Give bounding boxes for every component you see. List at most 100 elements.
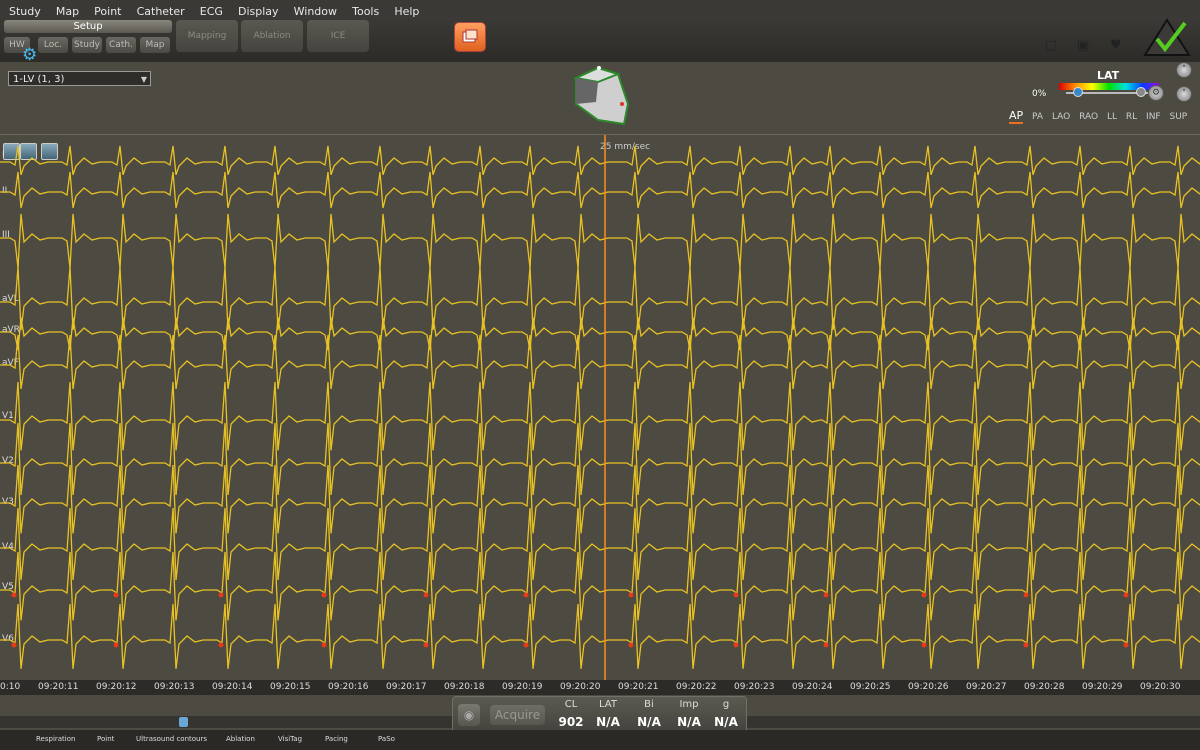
legend-respiration: Respiration bbox=[36, 735, 76, 743]
tab-mapping[interactable]: Mapping bbox=[176, 20, 238, 52]
legend-visitag: VisiTag bbox=[278, 735, 303, 743]
setup-tab[interactable]: Setup bbox=[4, 20, 172, 33]
view-rao[interactable]: RAO bbox=[1079, 112, 1098, 122]
ecg-traces bbox=[0, 135, 1200, 680]
lat-meas-label: LAT bbox=[599, 699, 617, 710]
time-tick: 09:20:14 bbox=[212, 682, 253, 692]
heart-icon[interactable]: ♥ bbox=[1110, 38, 1122, 53]
annotation-marker[interactable] bbox=[921, 642, 927, 648]
view-ll[interactable]: LL bbox=[1107, 112, 1117, 122]
annotation-marker[interactable] bbox=[218, 592, 224, 598]
time-tick: 09:20:12 bbox=[96, 682, 137, 692]
annotation-marker[interactable] bbox=[733, 642, 739, 648]
time-tick: 09:20:19 bbox=[502, 682, 543, 692]
annotation-marker[interactable] bbox=[823, 592, 829, 598]
annotation-marker[interactable] bbox=[628, 592, 634, 598]
lat-label: LAT bbox=[1097, 69, 1120, 82]
legend-point: Point bbox=[97, 735, 115, 743]
view-inf[interactable]: INF bbox=[1146, 112, 1161, 122]
tab-ice[interactable]: ICE bbox=[307, 20, 369, 52]
collapse-up-icon[interactable]: ˄ bbox=[1176, 62, 1192, 78]
ecg-scroll-thumb[interactable] bbox=[179, 717, 188, 727]
legend-pacing: Pacing bbox=[325, 735, 348, 743]
annotation-marker[interactable] bbox=[218, 642, 224, 648]
lat-slider-right-handle[interactable] bbox=[1136, 87, 1146, 97]
ecg-trace-III bbox=[0, 213, 1200, 269]
time-tick: 09:20:11 bbox=[38, 682, 79, 692]
monitor-icon[interactable]: ▢ bbox=[1045, 38, 1057, 53]
lat-slider-left-handle[interactable] bbox=[1073, 87, 1083, 97]
ecg-trace-V1 bbox=[0, 381, 1200, 451]
ecg-trace-aVL bbox=[0, 266, 1200, 331]
annotation-marker[interactable] bbox=[423, 592, 429, 598]
annotation-marker[interactable] bbox=[113, 642, 119, 648]
cl-label: CL bbox=[564, 699, 578, 710]
time-tick: 09:20:30 bbox=[1140, 682, 1181, 692]
time-tick: 09:20:20 bbox=[560, 682, 601, 692]
annotation-marker[interactable] bbox=[11, 592, 17, 598]
acquire-button[interactable]: Acquire bbox=[490, 705, 545, 725]
menu-bar: Study Map Point Catheter ECG Display Win… bbox=[0, 0, 1200, 18]
setup-study-button[interactable]: Study bbox=[72, 37, 102, 53]
annotation-marker[interactable] bbox=[1023, 592, 1029, 598]
setup-cath-button[interactable]: Cath. bbox=[106, 37, 136, 53]
time-tick: 09:20:27 bbox=[966, 682, 1007, 692]
time-tick: 09:20:13 bbox=[154, 682, 195, 692]
lat-settings-icon[interactable]: ⚙ bbox=[1148, 85, 1164, 101]
view-rl[interactable]: RL bbox=[1126, 112, 1137, 122]
time-tick: 09:20:18 bbox=[444, 682, 485, 692]
tab-ablation[interactable]: Ablation bbox=[241, 20, 303, 52]
annotation-marker[interactable] bbox=[321, 592, 327, 598]
annotation-marker[interactable] bbox=[113, 592, 119, 598]
time-tick: 09:20:29 bbox=[1082, 682, 1123, 692]
annotation-marker[interactable] bbox=[523, 592, 529, 598]
view-pa[interactable]: PA bbox=[1032, 112, 1043, 122]
acquire-point-icon[interactable]: ◉ bbox=[458, 704, 480, 726]
time-tick: 09:20:17 bbox=[386, 682, 427, 692]
view-lao[interactable]: LAO bbox=[1052, 112, 1070, 122]
ecg-trace-aVF bbox=[0, 334, 1200, 390]
ecg-trace-I bbox=[0, 145, 1200, 176]
approve-icon[interactable] bbox=[1143, 17, 1191, 57]
catheter-icon[interactable]: ▣ bbox=[1077, 38, 1089, 53]
setup-loc-button[interactable]: Loc. bbox=[38, 37, 68, 53]
view-presets: AP PA LAO RAO LL RL INF SUP bbox=[1009, 109, 1193, 124]
legend-paso: PaSo bbox=[378, 735, 395, 743]
annotation-marker[interactable] bbox=[1123, 642, 1129, 648]
annotation-marker[interactable] bbox=[11, 642, 17, 648]
chevron-down-icon: ▼ bbox=[140, 75, 147, 84]
g-label: g bbox=[722, 699, 730, 710]
view-ap[interactable]: AP bbox=[1009, 109, 1024, 124]
annotation-marker[interactable] bbox=[628, 642, 634, 648]
annotation-marker[interactable] bbox=[921, 592, 927, 598]
heart-model-view[interactable] bbox=[568, 64, 634, 130]
time-tick: 09:20:28 bbox=[1024, 682, 1065, 692]
annotation-marker[interactable] bbox=[733, 592, 739, 598]
view-sup[interactable]: SUP bbox=[1170, 112, 1188, 122]
legend-bar: Respiration Point Ultrasound contours Ab… bbox=[0, 730, 1200, 750]
setup-map-button[interactable]: Map bbox=[140, 37, 170, 53]
map-selector-value: 1-LV (1, 3) bbox=[13, 74, 65, 85]
time-tick: 09:20:16 bbox=[328, 682, 369, 692]
time-tick: 09:20:25 bbox=[850, 682, 891, 692]
annotation-marker[interactable] bbox=[423, 642, 429, 648]
time-tick: 09:20:23 bbox=[734, 682, 775, 692]
time-tick: 09:20:15 bbox=[270, 682, 311, 692]
imp-value: N/A bbox=[677, 715, 701, 729]
bi-label: Bi bbox=[644, 699, 654, 710]
annotation-marker[interactable] bbox=[523, 642, 529, 648]
annotation-marker[interactable] bbox=[1123, 592, 1129, 598]
time-tick: 09:20:24 bbox=[792, 682, 833, 692]
ecg-trace-V2 bbox=[0, 422, 1200, 496]
snapshot-button[interactable] bbox=[454, 22, 486, 52]
collapse-down-icon[interactable]: ˅ bbox=[1176, 86, 1192, 102]
time-tick: 09:20:26 bbox=[908, 682, 949, 692]
annotation-marker[interactable] bbox=[823, 642, 829, 648]
ecg-trace-V5 bbox=[0, 551, 1200, 621]
ecg-trace-V4 bbox=[0, 507, 1200, 581]
annotation-marker[interactable] bbox=[1023, 642, 1029, 648]
legend-ablation: Ablation bbox=[226, 735, 255, 743]
map-selector[interactable]: 1-LV (1, 3) ▼ bbox=[8, 71, 151, 86]
annotation-marker[interactable] bbox=[321, 642, 327, 648]
legend-ultrasound: Ultrasound contours bbox=[136, 735, 208, 743]
